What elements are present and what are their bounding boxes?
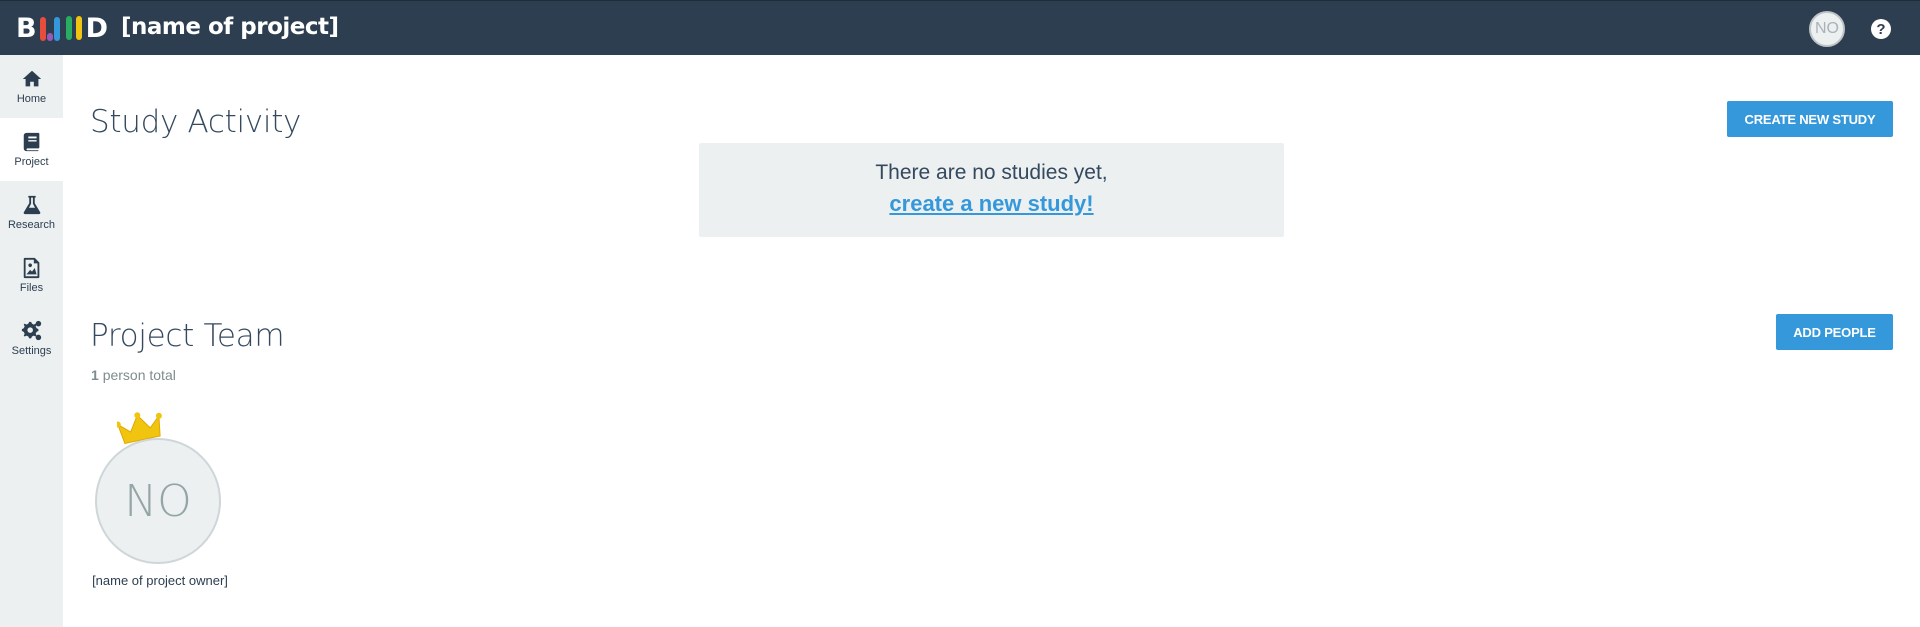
sidebar-item-settings[interactable]: Settings (0, 307, 63, 370)
build-logo[interactable]: BD (16, 13, 109, 44)
top-navbar: BD [name of project] NO ? (0, 0, 1920, 55)
owner-name: [name of project owner] (92, 573, 228, 588)
help-icon[interactable]: ? (1871, 19, 1891, 39)
user-avatar[interactable]: NO (1809, 11, 1845, 47)
file-image-icon (23, 257, 39, 279)
sidebar-item-project[interactable]: Project (0, 118, 63, 181)
flask-icon (23, 195, 40, 215)
team-count-label: person total (102, 367, 176, 383)
project-team-heading: Project Team (90, 318, 285, 354)
study-activity-heading: Study Activity (90, 104, 302, 140)
sidebar-item-label: Home (16, 93, 47, 105)
owner-avatar[interactable]: NO (95, 438, 221, 564)
logo-i-glyph (65, 16, 72, 40)
team-count-number: 1 (91, 367, 99, 383)
home-icon (22, 70, 41, 87)
empty-studies-panel: There are no studies yet, create a new s… (699, 143, 1284, 237)
add-people-button[interactable]: ADD PEOPLE (1776, 314, 1893, 350)
team-count: 1 person total (91, 367, 176, 383)
sidebar-item-label: Research (7, 219, 56, 231)
book-icon (23, 132, 39, 152)
sidebar-item-research[interactable]: Research (0, 181, 63, 244)
sidebar: Home Project Research Files Settings (0, 55, 63, 627)
create-new-study-button[interactable]: CREATE NEW STUDY (1727, 101, 1893, 137)
logo-l-glyph (75, 16, 82, 40)
create-study-link[interactable]: create a new study! (699, 191, 1284, 217)
sidebar-item-label: Settings (11, 345, 52, 357)
gears-icon (21, 320, 41, 341)
empty-studies-text: There are no studies yet, (875, 161, 1108, 184)
sidebar-item-label: Project (14, 156, 49, 168)
sidebar-item-home[interactable]: Home (0, 55, 63, 118)
sidebar-item-label: Files (19, 282, 44, 294)
project-name: [name of project] (121, 14, 339, 40)
logo-u-glyph (39, 15, 61, 41)
sidebar-item-files[interactable]: Files (0, 244, 63, 307)
